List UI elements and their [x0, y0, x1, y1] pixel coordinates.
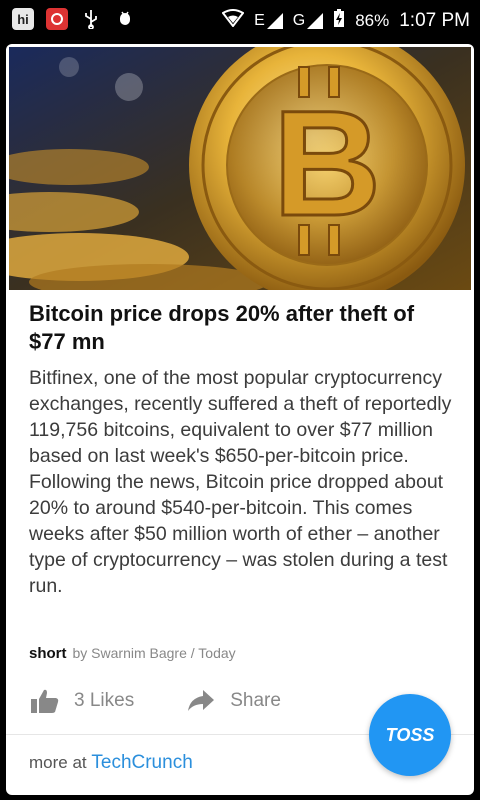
news-card: B Bitcoin price drops 20% after theft of…	[6, 44, 474, 795]
usb-icon	[80, 8, 102, 30]
battery-icon	[333, 8, 345, 33]
article-byline: short by Swarnim Bagre / Today	[29, 645, 236, 662]
svg-text:B: B	[273, 79, 381, 247]
app-notification-icon-red	[46, 8, 68, 30]
source-prefix: more at	[29, 753, 87, 772]
share-button[interactable]: Share	[186, 688, 281, 714]
brand-name: short	[29, 645, 67, 662]
notification-icons: hi	[12, 8, 136, 30]
system-status: E G 86% 1:07 PM	[221, 8, 470, 33]
source-link-row[interactable]: more at TechCrunch	[29, 752, 193, 774]
network-g-label: G	[292, 11, 306, 29]
action-bar: 3 Likes Share	[30, 688, 333, 714]
wifi-icon	[221, 9, 245, 32]
clock: 1:07 PM	[399, 9, 470, 31]
article-headline[interactable]: Bitcoin price drops 20% after theft of $…	[29, 300, 439, 356]
signal-e-indicator: E	[254, 12, 283, 30]
like-button[interactable]: 3 Likes	[30, 688, 134, 714]
debug-icon	[114, 8, 136, 30]
share-arrow-icon	[186, 688, 216, 714]
network-e-label: E	[254, 11, 265, 29]
status-bar: hi E G 86% 1:07 PM	[0, 0, 480, 38]
likes-count: 3 Likes	[74, 690, 135, 711]
app-notification-icon: hi	[12, 8, 34, 30]
article-image: B	[9, 47, 471, 290]
toss-button[interactable]: TOSS	[369, 694, 451, 776]
share-label: Share	[230, 690, 281, 711]
thumbs-up-icon	[30, 688, 60, 714]
battery-percent: 86%	[355, 10, 390, 30]
article-body: Bitfinex, one of the most popular crypto…	[29, 367, 452, 597]
author-date: by Swarnim Bagre / Today	[72, 645, 236, 661]
signal-g-indicator: G	[292, 11, 324, 30]
source-link[interactable]: TechCrunch	[91, 752, 192, 773]
